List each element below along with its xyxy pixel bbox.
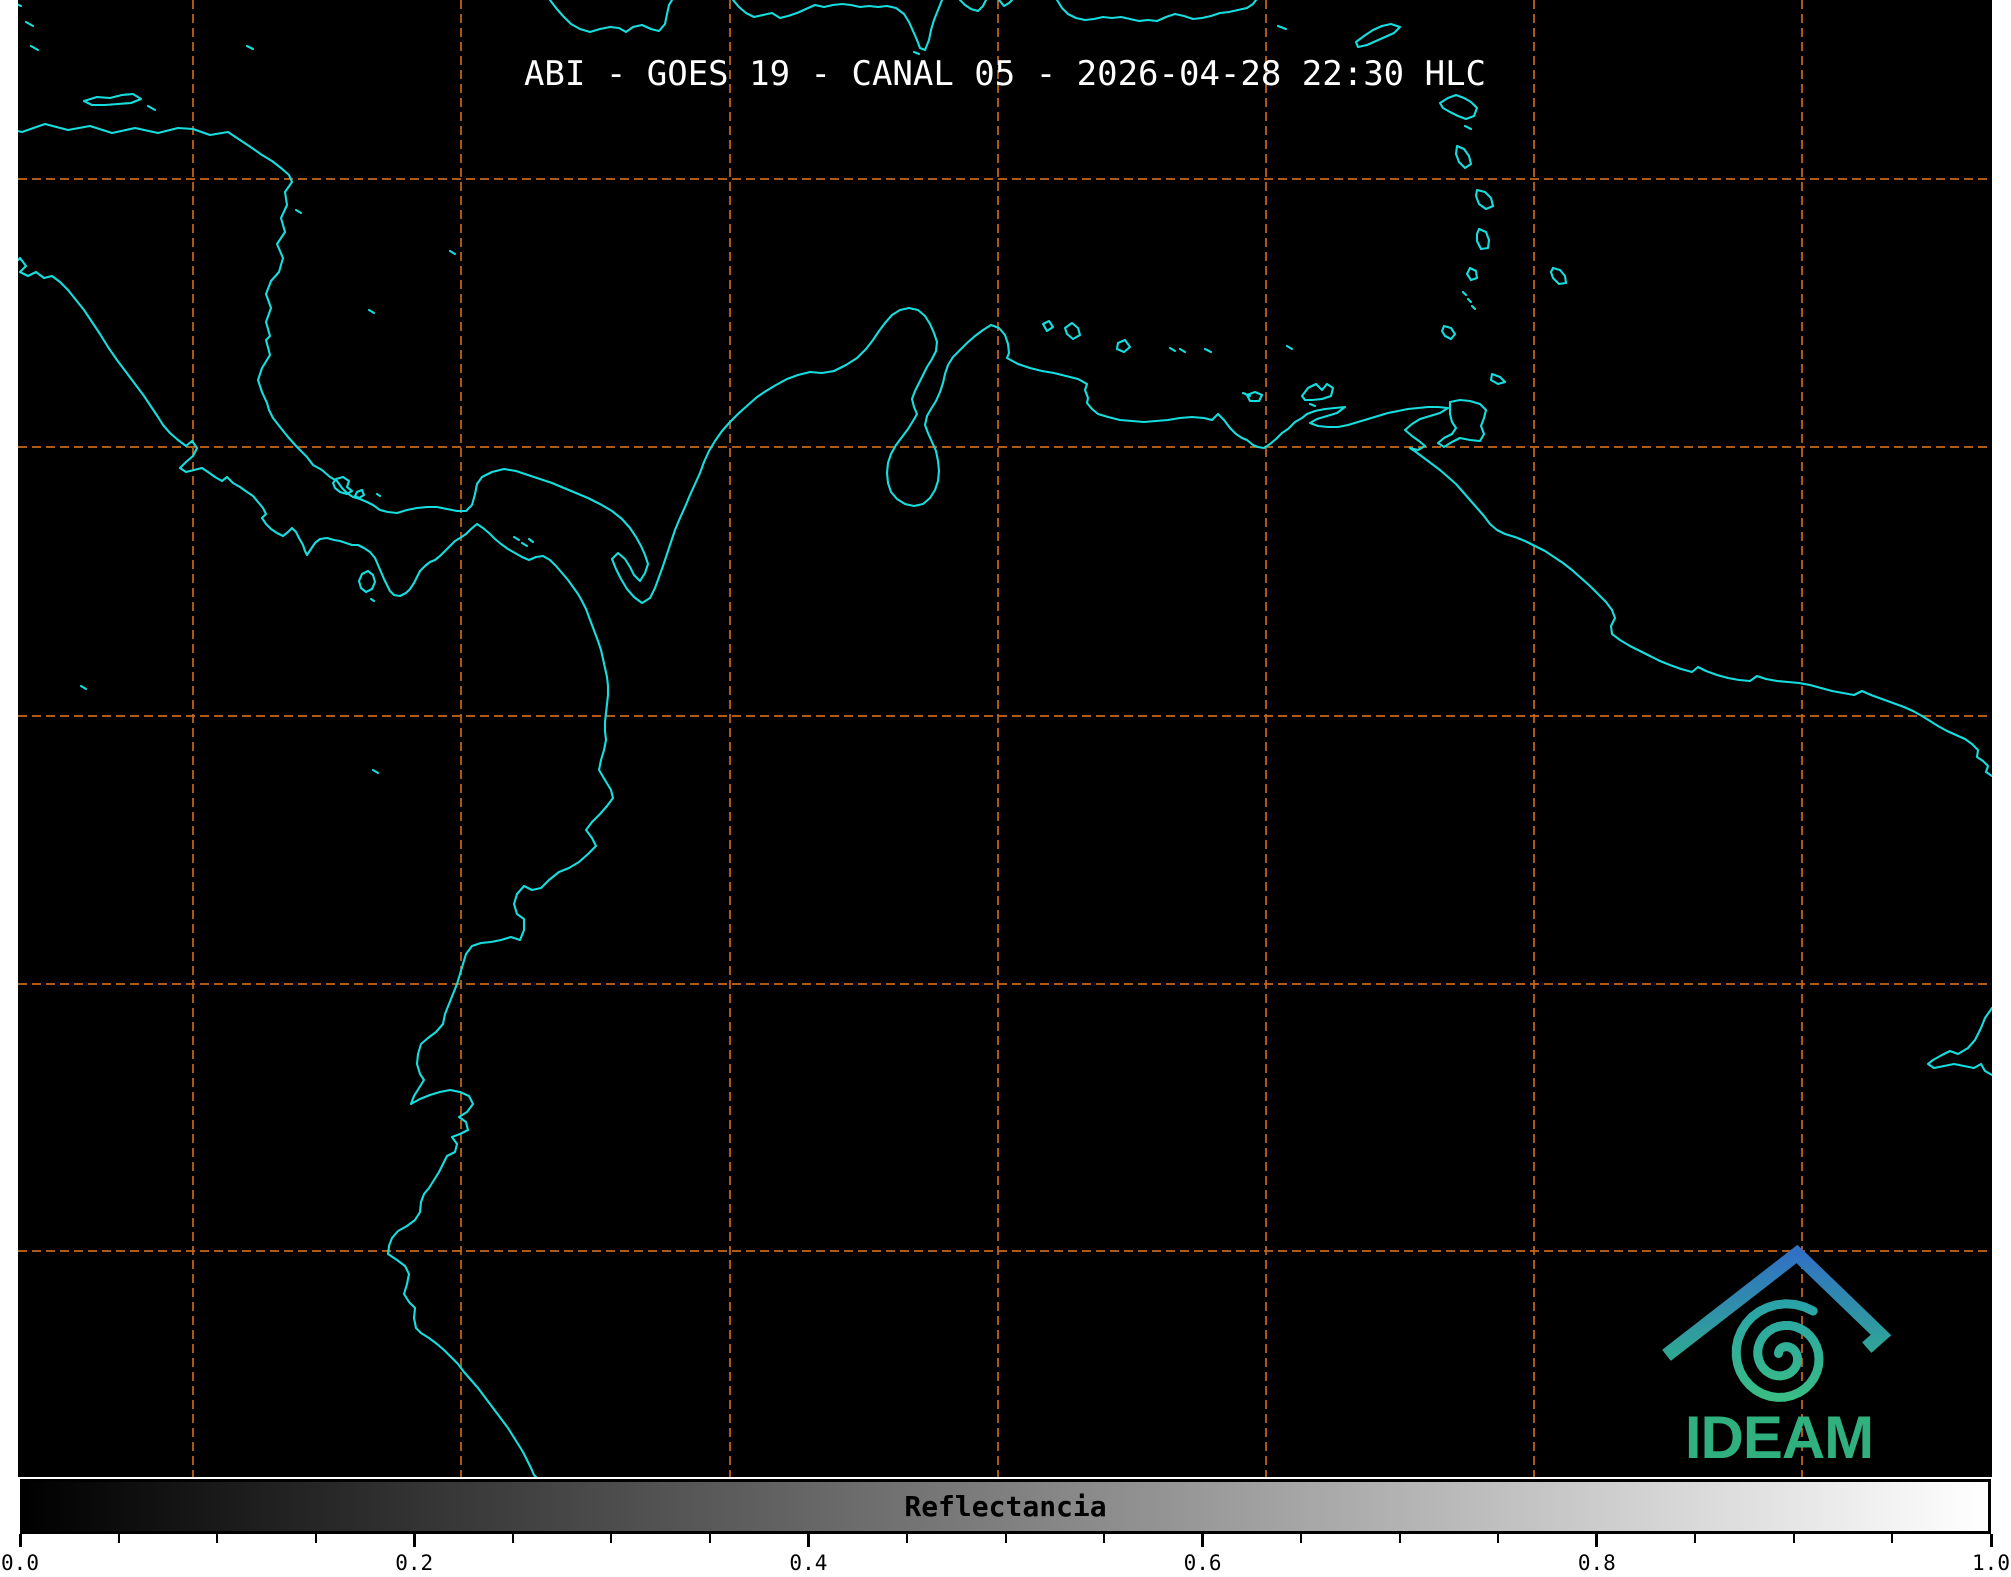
colorbar-minor-tick bbox=[1793, 1534, 1795, 1543]
colorbar-minor-tick bbox=[1300, 1534, 1302, 1543]
colorbar-minor-tick bbox=[512, 1534, 514, 1543]
logo-wordmark: IDEAM bbox=[1685, 1404, 1873, 1471]
satellite-map: IDEAM bbox=[0, 0, 2011, 1477]
colorbar-major-tick bbox=[19, 1534, 22, 1547]
colorbar-major-tick bbox=[1990, 1534, 1993, 1547]
colorbar-major-tick bbox=[413, 1534, 416, 1547]
colorbar-minor-tick bbox=[118, 1534, 120, 1543]
colorbar-minor-tick bbox=[1399, 1534, 1401, 1543]
colorbar-tick-label: 0.6 bbox=[1163, 1551, 1243, 1575]
colorbar-major-tick bbox=[807, 1534, 810, 1547]
colorbar-label: Reflectancia bbox=[23, 1490, 1988, 1523]
colorbar-minor-tick bbox=[610, 1534, 612, 1543]
colorbar-minor-tick bbox=[1891, 1534, 1893, 1543]
colorbar-minor-tick bbox=[1103, 1534, 1105, 1543]
colorbar-major-tick bbox=[1595, 1534, 1598, 1547]
colorbar-minor-tick bbox=[906, 1534, 908, 1543]
image-title: ABI - GOES 19 - CANAL 05 - 2026-04-28 22… bbox=[18, 54, 1992, 94]
colorbar-tick-label: 0.2 bbox=[374, 1551, 454, 1575]
colorbar-minor-tick bbox=[709, 1534, 711, 1543]
colorbar-minor-tick bbox=[1694, 1534, 1696, 1543]
colorbar-tick-label: 0.0 bbox=[0, 1551, 60, 1575]
reflectance-colorbar: Reflectancia bbox=[20, 1479, 1991, 1534]
colorbar-minor-tick bbox=[1005, 1534, 1007, 1543]
colorbar-tick-label: 1.0 bbox=[1951, 1551, 2011, 1575]
satellite-image-screen: IDEAM ABI - GOES 19 - CANAL 05 - 2026-04… bbox=[0, 0, 2011, 1577]
colorbar-minor-tick bbox=[216, 1534, 218, 1543]
colorbar-minor-tick bbox=[315, 1534, 317, 1543]
colorbar-tick-label: 0.8 bbox=[1557, 1551, 1637, 1575]
colorbar-major-tick bbox=[1201, 1534, 1204, 1547]
colorbar-minor-tick bbox=[1497, 1534, 1499, 1543]
colorbar-tick-label: 0.4 bbox=[768, 1551, 848, 1575]
map-black-background bbox=[18, 0, 1992, 1477]
